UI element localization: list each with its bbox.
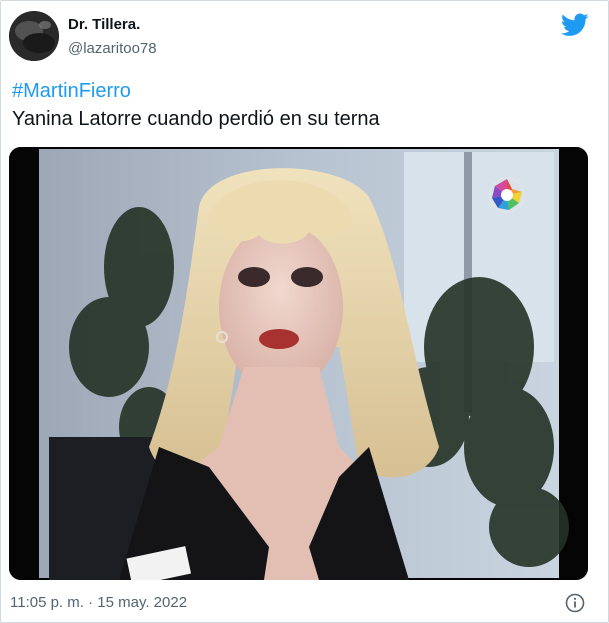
twitter-bird-icon[interactable] [561, 13, 589, 37]
author-name[interactable]: Dr. Tillera. [68, 16, 140, 33]
tweet-card: Dr. Tillera. @lazaritoo78 #MartinFierro … [0, 0, 609, 623]
tweet-media-image[interactable] [9, 147, 588, 580]
author-handle[interactable]: @lazaritoo78 [68, 40, 157, 57]
info-icon[interactable] [565, 593, 585, 613]
avatar-image [9, 11, 59, 61]
tv-channel-logo-icon [489, 177, 525, 213]
hashtag-link[interactable]: #MartinFierro [12, 80, 131, 103]
avatar[interactable] [9, 11, 59, 61]
tweet-text: Yanina Latorre cuando perdió en su terna [12, 108, 380, 130]
tweet-timestamp[interactable]: 11:05 p. m. · 15 may. 2022 [10, 594, 187, 611]
media-picture [9, 147, 588, 580]
